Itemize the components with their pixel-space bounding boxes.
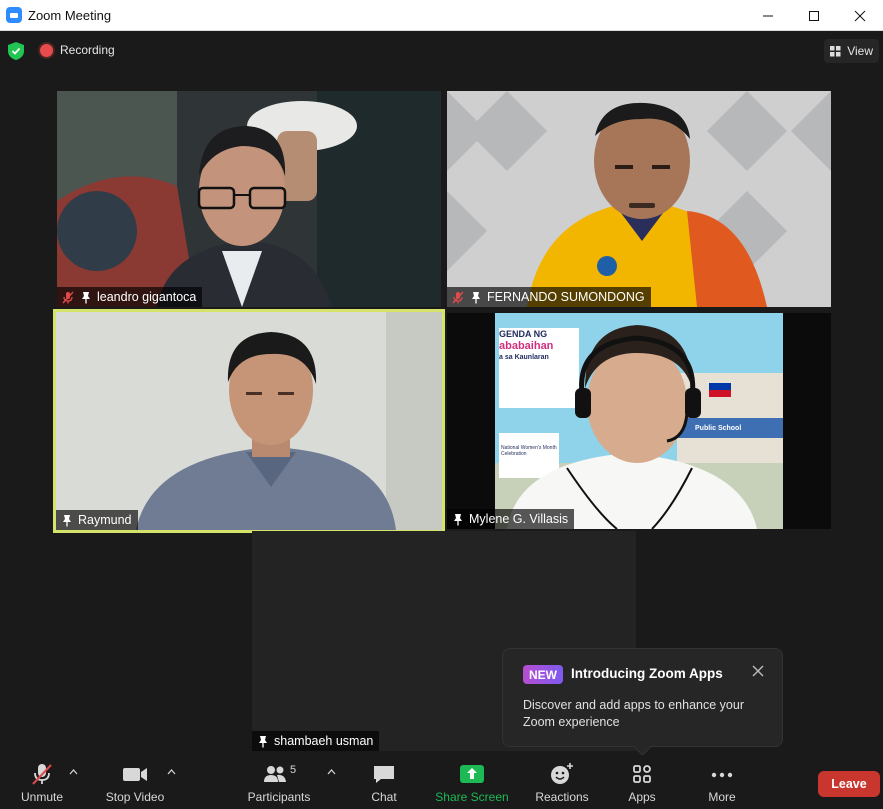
leave-button[interactable]: Leave: [818, 771, 880, 797]
apps-button[interactable]: Apps: [620, 755, 664, 809]
participants-label: Participants: [247, 790, 311, 804]
meeting-topbar: Recording View: [0, 31, 883, 71]
popup-body: Discover and add apps to enhance your Zo…: [523, 698, 744, 729]
participant-video: [56, 312, 442, 530]
window-title: Zoom Meeting: [28, 7, 112, 23]
meeting-controls-toolbar: Unmute Stop Video 5 Participants Chat Sh…: [0, 755, 883, 809]
audio-options-chevron-icon[interactable]: [69, 767, 78, 778]
video-tile[interactable]: GENDA NG ababaihan a sa Kaunlaran Public…: [447, 313, 831, 529]
smiley-plus-icon: [551, 763, 573, 784]
reactions-button[interactable]: Reactions: [532, 755, 592, 809]
participants-options-chevron-icon[interactable]: [327, 767, 336, 778]
banner-line: GENDA NG: [499, 329, 548, 339]
video-tile[interactable]: leandro gigantoca: [57, 91, 441, 307]
muted-mic-icon: [451, 290, 465, 304]
stop-video-button[interactable]: Stop Video: [102, 755, 168, 809]
participants-button[interactable]: 5 Participants: [246, 755, 312, 809]
zoom-app-icon: [6, 7, 22, 23]
muted-mic-icon: [32, 764, 52, 785]
pin-icon: [79, 290, 93, 304]
zoom-apps-popup: NEW Introducing Zoom Apps Discover and a…: [502, 648, 783, 747]
video-tile-active-speaker[interactable]: Raymund: [53, 309, 445, 533]
recording-dot-icon: [40, 43, 53, 57]
participant-video: [57, 91, 441, 307]
more-button[interactable]: More: [702, 755, 742, 809]
window-titlebar: Zoom Meeting: [0, 0, 883, 31]
chat-bubble-icon: [374, 766, 394, 783]
banner-text: GENDA NG ababaihan a sa Kaunlaran: [499, 328, 579, 364]
participant-video: [447, 91, 831, 307]
minimize-button[interactable]: [745, 0, 791, 31]
apps-label: Apps: [628, 790, 656, 804]
banner-line: a sa Kaunlaran: [499, 354, 549, 361]
participant-name: FERNANDO SUMONDONG: [487, 290, 645, 304]
recording-indicator[interactable]: Recording: [40, 43, 115, 57]
participant-name-tag: leandro gigantoca: [57, 287, 203, 307]
participant-name-tag: FERNANDO SUMONDONG: [447, 287, 651, 307]
view-button[interactable]: View: [824, 39, 879, 63]
unmute-button[interactable]: Unmute: [16, 755, 68, 809]
participant-name: shambaeh usman: [274, 734, 374, 748]
participant-name: Mylene G. Villasis: [469, 512, 569, 526]
pin-icon: [469, 290, 483, 304]
muted-mic-icon: [61, 290, 75, 304]
video-options-chevron-icon[interactable]: [167, 767, 176, 778]
unmute-label: Unmute: [20, 790, 64, 804]
popup-title: Introducing Zoom Apps: [571, 666, 723, 681]
recording-label: Recording: [60, 43, 115, 57]
new-badge: NEW: [523, 665, 563, 684]
maximize-button[interactable]: [791, 0, 837, 31]
grid-view-icon: [830, 45, 841, 56]
view-label: View: [847, 44, 873, 58]
participants-count: 5: [289, 764, 297, 776]
participant-name-tag: shambaeh usman: [252, 731, 380, 751]
pin-icon: [60, 513, 74, 527]
share-screen-button[interactable]: Share Screen: [434, 755, 510, 809]
pin-icon: [256, 734, 270, 748]
school-sign: Public School: [695, 425, 742, 432]
more-dots-icon: [711, 772, 733, 778]
poster-text: National Women's Month Celebration: [501, 445, 557, 457]
pin-icon: [451, 512, 465, 526]
banner-line: ababaihan: [499, 340, 554, 352]
share-screen-label: Share Screen: [435, 790, 509, 804]
apps-icon: [633, 765, 651, 783]
chat-button[interactable]: Chat: [364, 755, 404, 809]
close-window-button[interactable]: [837, 0, 883, 31]
participants-icon: [263, 766, 286, 782]
more-label: More: [708, 790, 736, 804]
video-camera-icon: [123, 768, 147, 781]
participant-name: Raymund: [78, 513, 132, 527]
stop-video-label: Stop Video: [105, 790, 165, 804]
video-tile[interactable]: FERNANDO SUMONDONG: [447, 91, 831, 307]
participant-name-tag: Raymund: [56, 510, 138, 530]
reactions-label: Reactions: [535, 790, 589, 804]
chat-label: Chat: [371, 790, 397, 804]
share-screen-icon: [460, 765, 484, 783]
participant-name: leandro gigantoca: [97, 290, 197, 304]
close-icon[interactable]: [752, 664, 764, 682]
participant-name-tag: Mylene G. Villasis: [447, 509, 575, 529]
encryption-shield-icon[interactable]: [8, 42, 24, 60]
